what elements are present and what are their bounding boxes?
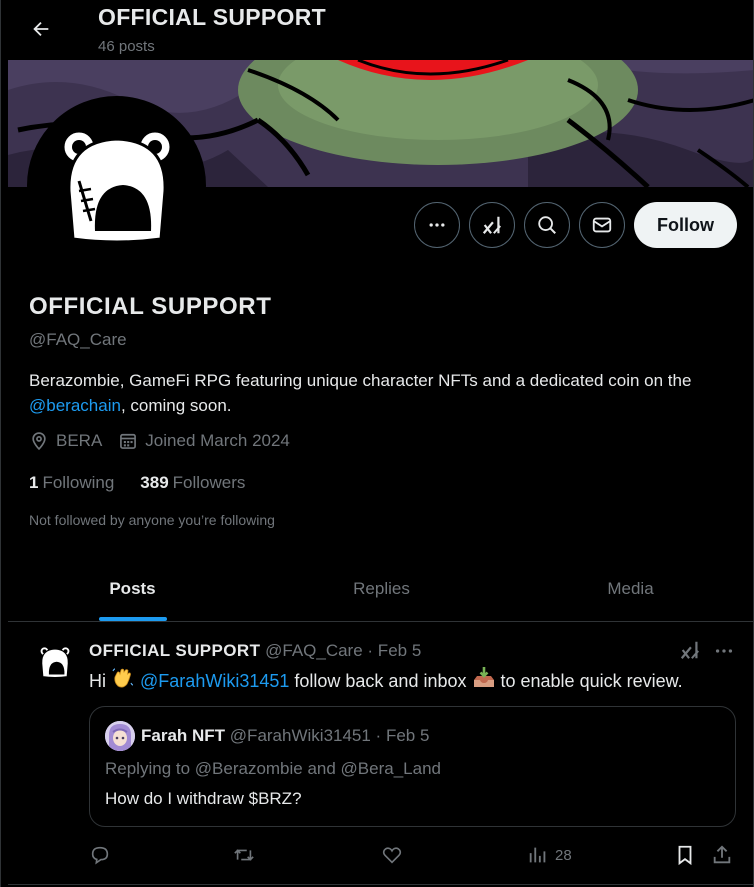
profile-name: OFFICIAL SUPPORT bbox=[29, 293, 272, 320]
post-text-end: to enable quick review. bbox=[495, 671, 683, 691]
post-date[interactable]: · Feb 5 bbox=[367, 641, 421, 660]
following-label: Following bbox=[42, 473, 115, 492]
bookmark-button[interactable] bbox=[674, 842, 696, 868]
profile-page: OFFICIAL SUPPORT 46 posts Follow OFFICIA… bbox=[0, 0, 754, 887]
tab-label: Replies bbox=[353, 578, 410, 598]
tab-posts[interactable]: Posts bbox=[8, 556, 257, 621]
header-post-count: 46 posts bbox=[98, 38, 155, 55]
post-header: OFFICIAL SUPPORT @FAQ_Care · Feb 5 bbox=[89, 641, 421, 661]
followers-count: 389 bbox=[140, 473, 169, 492]
waving-hand-icon bbox=[112, 668, 134, 688]
profile-bio: Berazombie, GameFi RPG featuring unique … bbox=[29, 368, 739, 418]
post-text-start: Hi bbox=[89, 671, 106, 691]
back-button[interactable] bbox=[23, 12, 59, 46]
post-actions: 28 bbox=[89, 842, 739, 868]
quoted-post-header: Farah NFT @FarahWiki31451 · Feb 5 bbox=[141, 726, 429, 746]
reply-icon bbox=[91, 846, 109, 865]
quoted-author-handle[interactable]: @FarahWiki31451 · Feb 5 bbox=[230, 726, 430, 745]
search-icon bbox=[538, 216, 556, 234]
location-pin-icon bbox=[32, 432, 46, 451]
grok-icon bbox=[680, 641, 700, 659]
post-body: Hi @FarahWiki31451 follow back and inbox… bbox=[89, 666, 683, 692]
follow-stats: 1 Following 389 Followers bbox=[29, 473, 271, 493]
divider bbox=[8, 884, 753, 885]
quoted-author-avatar[interactable] bbox=[105, 721, 135, 751]
join-date-text: Joined March 2024 bbox=[145, 431, 290, 450]
share-icon bbox=[713, 845, 731, 864]
bear-logo-icon bbox=[61, 129, 172, 243]
repost-button[interactable] bbox=[232, 842, 256, 868]
post-text-middle: follow back and inbox bbox=[289, 671, 467, 691]
post-author-handle[interactable]: @FAQ_Care bbox=[265, 641, 363, 660]
more-icon bbox=[715, 649, 733, 653]
tab-replies[interactable]: Replies bbox=[257, 556, 506, 621]
more-button[interactable] bbox=[414, 202, 460, 248]
post-author-name[interactable]: OFFICIAL SUPPORT bbox=[89, 641, 260, 660]
follow-button[interactable]: Follow bbox=[634, 202, 737, 248]
calendar-icon bbox=[120, 433, 137, 449]
tab-media[interactable]: Media bbox=[506, 556, 753, 621]
followers-link[interactable]: 389 Followers bbox=[140, 473, 245, 493]
profile-meta: BERA Joined March 2024 bbox=[29, 431, 306, 451]
bear-logo-icon bbox=[39, 646, 71, 679]
followed-by-note: Not followed by anyone you’re following bbox=[29, 512, 275, 528]
inbox-tray-icon bbox=[473, 667, 494, 687]
views-button[interactable]: 28 bbox=[527, 842, 572, 868]
repost-icon bbox=[234, 849, 254, 861]
more-icon bbox=[429, 223, 445, 227]
post-more-button[interactable] bbox=[712, 639, 736, 663]
views-count: 28 bbox=[555, 846, 572, 864]
post-grok-button[interactable] bbox=[679, 639, 703, 663]
heart-icon bbox=[382, 847, 402, 864]
location-text: BERA bbox=[56, 431, 103, 450]
message-button[interactable] bbox=[579, 202, 625, 248]
tab-label: Posts bbox=[109, 578, 156, 598]
share-button[interactable] bbox=[711, 842, 733, 868]
followers-label: Followers bbox=[172, 473, 246, 492]
location: BERA bbox=[29, 431, 102, 451]
header-title: OFFICIAL SUPPORT bbox=[98, 4, 326, 30]
profile-handle: @FAQ_Care bbox=[29, 330, 127, 349]
bio-mention-link[interactable]: @berachain bbox=[29, 396, 121, 415]
analytics-icon bbox=[529, 847, 546, 863]
tab-label: Media bbox=[607, 578, 654, 598]
search-profile-button[interactable] bbox=[524, 202, 570, 248]
profile-avatar[interactable] bbox=[27, 96, 206, 275]
post-author-avatar[interactable] bbox=[36, 643, 74, 681]
join-date: Joined March 2024 bbox=[118, 431, 290, 451]
following-link[interactable]: 1 Following bbox=[29, 473, 114, 493]
arrow-left-icon bbox=[33, 21, 49, 37]
quoted-post-text: How do I withdraw $BRZ? bbox=[105, 789, 302, 808]
bio-text-end: , coming soon. bbox=[120, 396, 232, 415]
quoted-replying-to: Replying to @Berazombie and @Bera_Land bbox=[105, 759, 441, 778]
following-count: 1 bbox=[29, 473, 39, 492]
reply-button[interactable] bbox=[89, 842, 111, 868]
bookmark-icon bbox=[678, 845, 692, 866]
profile-header: OFFICIAL SUPPORT 46 posts bbox=[1, 0, 753, 60]
grok-button[interactable] bbox=[469, 202, 515, 248]
active-tab-indicator bbox=[98, 617, 167, 621]
bio-text: Berazombie, GameFi RPG featuring unique … bbox=[29, 371, 692, 390]
quoted-author-name[interactable]: Farah NFT bbox=[141, 726, 225, 745]
envelope-icon bbox=[592, 217, 612, 233]
profile-tabs: Posts Replies Media bbox=[8, 556, 753, 622]
quoted-post[interactable]: Farah NFT @FarahWiki31451 · Feb 5 Replyi… bbox=[89, 706, 736, 827]
post-mention-link[interactable]: @FarahWiki31451 bbox=[140, 671, 289, 691]
like-button[interactable] bbox=[381, 842, 403, 868]
anime-avatar-icon bbox=[105, 721, 135, 751]
grok-icon bbox=[482, 216, 502, 234]
